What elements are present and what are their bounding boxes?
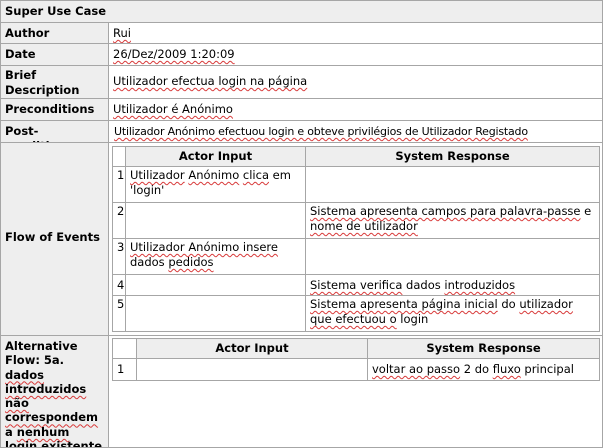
flow-step-system: [306, 167, 599, 202]
use-case-table: Super Use Case Author Rui Date 26/Dez/20…: [0, 0, 603, 448]
flow-step-actor: [126, 275, 305, 295]
preconditions-label: Preconditions: [1, 99, 108, 120]
author-value: Rui: [113, 26, 131, 40]
postconditions-value: Utilizador Anónimo efectuou login e obte…: [114, 125, 528, 138]
alternative-flow-label: Alternative Flow: 5a. dados introduzidos…: [1, 336, 108, 447]
flow-step-actor: Utilizador Anónimo clica em 'login': [130, 168, 291, 197]
super-use-case-header: Super Use Case: [1, 1, 602, 22]
date-value: 26/Dez/2009 1:20:09: [113, 47, 235, 61]
flow-step-system: Sistema verifica dados introduzidos: [310, 278, 516, 292]
alt-system-response-header: System Response: [368, 339, 599, 358]
alt-step-system: voltar ao passo 2 do fluxo principal: [372, 362, 574, 376]
flow-step-number: 5: [117, 297, 125, 311]
flow-step-actor: Utilizador Anónimo insere dados pedidos: [130, 240, 278, 269]
postconditions-label: Post-conditions: [1, 121, 108, 142]
alt-actor-input-header: Actor Input: [137, 339, 367, 358]
flow-step-system: Sistema apresenta campos para palavra-pa…: [310, 204, 592, 233]
flow-actor-input-header: Actor Input: [126, 147, 305, 166]
flow-step-actor: [126, 203, 305, 238]
preconditions-value: Utilizador é Anónimo: [113, 102, 233, 116]
flow-step-system: Sistema apresenta página inicial do util…: [310, 297, 573, 326]
alt-step-number: 1: [117, 362, 125, 376]
flow-system-response-header: System Response: [306, 147, 599, 166]
author-label: Author: [1, 23, 108, 43]
flow-step-number: 3: [117, 240, 125, 254]
brief-description-label: Brief Description: [1, 66, 108, 98]
date-label: Date: [1, 44, 108, 65]
flow-step-number: 4: [117, 278, 125, 292]
flow-step-number: 2: [117, 204, 125, 218]
alt-step-actor: [137, 359, 367, 380]
brief-description-value: Utilizador efectua login na página: [113, 74, 308, 88]
flow-step-system: [306, 239, 599, 274]
flow-step-actor: [126, 296, 305, 331]
flow-of-events-label: Flow of Events: [1, 143, 108, 335]
flow-step-number: 1: [117, 168, 125, 182]
